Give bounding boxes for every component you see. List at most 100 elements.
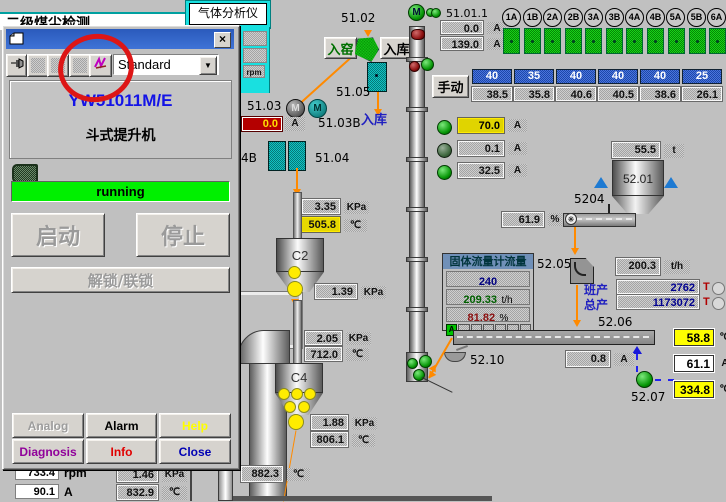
ind-52-07[interactable] — [636, 371, 653, 388]
silo-6a[interactable]: 6A — [707, 8, 726, 27]
silo-4a[interactable]: 4A — [625, 8, 644, 27]
close-window-button[interactable]: Close — [159, 439, 231, 464]
acknowledge-pen-button[interactable] — [89, 54, 112, 77]
manual-button[interactable]: 手动 — [432, 75, 469, 98]
silo-gate-6a[interactable] — [709, 28, 726, 54]
toolbar-button-2[interactable] — [47, 54, 69, 77]
gas-analyzer-label: 气体分析仪 — [189, 3, 267, 25]
elev-ind-51011 — [431, 8, 441, 18]
silo-gate-4b[interactable] — [647, 28, 664, 54]
screw-stem — [608, 204, 610, 213]
alarm-button[interactable]: Alarm — [86, 413, 157, 438]
help-button[interactable]: Help — [159, 413, 231, 438]
diagnosis-button[interactable]: Diagnosis — [12, 439, 84, 464]
boot-ind-3 — [413, 369, 425, 381]
motor-ind-1[interactable] — [437, 120, 452, 135]
sp-4[interactable]: 40 — [598, 69, 638, 84]
elevator-motor-icon[interactable]: M — [408, 4, 425, 21]
pin-icon — [10, 56, 24, 75]
cyclone-c4-label: C4 — [275, 370, 323, 385]
sp-2[interactable]: 35 — [514, 69, 554, 84]
unit-t: t — [664, 144, 684, 158]
silo-2a[interactable]: 2A — [543, 8, 562, 27]
elev-flange-6 — [406, 307, 428, 312]
boot-ind-2 — [419, 355, 432, 368]
silo-1a[interactable]: 1A — [502, 8, 521, 27]
silo-5b[interactable]: 5B — [687, 8, 706, 27]
titlebar[interactable]: × — [6, 29, 234, 49]
silo-gate-1b[interactable] — [524, 28, 541, 54]
c2-feed-pipe — [293, 192, 302, 240]
toolbar-button-1[interactable] — [27, 54, 49, 77]
unit-right-3: ℃ — [718, 383, 726, 397]
flow-meter-pct-unit: % — [500, 313, 509, 324]
motor-ind-3[interactable] — [437, 165, 452, 180]
flow-meter-rate-unit: t/h — [501, 295, 512, 306]
silo-gate-5a[interactable] — [668, 28, 685, 54]
interlock-button[interactable]: 解锁/联锁 — [11, 267, 230, 293]
flow-line-5205 — [576, 285, 578, 322]
level-probe-left — [594, 177, 608, 188]
close-button[interactable]: × — [214, 32, 231, 48]
combo-dropdown-button[interactable]: ▼ — [199, 56, 217, 75]
silo-gate-3b[interactable] — [606, 28, 623, 54]
value-bottom-temp: 832.9 — [117, 485, 158, 500]
start-button[interactable]: 启动 — [11, 213, 105, 257]
probe-column — [218, 468, 233, 501]
silo-3b[interactable]: 3B — [605, 8, 624, 27]
elev-ind-green — [421, 58, 434, 71]
view-combo[interactable]: Standard ▼ — [113, 54, 219, 75]
boot-chute-line — [422, 377, 453, 393]
gate-51-04a-icon[interactable] — [268, 141, 286, 171]
hopper-52-01-cone — [612, 196, 664, 214]
level-probe-right — [664, 177, 678, 188]
silo-2b[interactable]: 2B — [564, 8, 583, 27]
sp-5[interactable]: 40 — [640, 69, 680, 84]
silo-gate-3a[interactable] — [585, 28, 602, 54]
level-dash-line — [636, 354, 638, 372]
stop-button[interactable]: 停止 — [136, 213, 230, 257]
flow-meter-row-rate: 209.33 t/h — [446, 289, 530, 305]
unit-c-c4b: ℃ — [352, 434, 375, 447]
label-51-04: 51.04 — [315, 152, 349, 165]
value-c2-outlet: 1.39 — [315, 284, 357, 299]
motor-51-03-icon[interactable]: M — [286, 99, 305, 118]
pv-6: 26.1 — [682, 87, 722, 101]
unit-right-1: ℃ — [718, 331, 726, 345]
sp-6[interactable]: 25 — [682, 69, 722, 84]
bottom-dark-band — [230, 496, 492, 501]
value-c2-temp: 505.8 — [300, 217, 340, 232]
value-c4-pressure1: 2.05 — [305, 331, 342, 345]
silo-5a[interactable]: 5A — [666, 8, 685, 27]
splitter-52-10-icon[interactable] — [444, 352, 466, 362]
pv-5: 38.6 — [640, 87, 680, 101]
sp-1[interactable]: 40 — [472, 69, 512, 84]
analog-button[interactable]: Analog — [12, 413, 84, 438]
pv-3: 40.6 — [556, 87, 596, 101]
pen-icon — [93, 56, 109, 75]
screw-valve-icon[interactable]: ✳ — [565, 213, 577, 225]
shift-reset-button[interactable] — [712, 282, 725, 295]
gate-51-04b-icon[interactable] — [288, 141, 306, 171]
sp-3[interactable]: 40 — [556, 69, 596, 84]
unit-a-5103: A — [285, 117, 305, 131]
flow-meter-setpoint: 240 — [479, 276, 497, 288]
silo-gate-5b[interactable] — [689, 28, 706, 54]
silo-4b[interactable]: 4B — [646, 8, 665, 27]
silo-gate-2b[interactable] — [565, 28, 582, 54]
silo-3a[interactable]: 3A — [584, 8, 603, 27]
motor-ind-2[interactable] — [437, 143, 452, 158]
silo-gate-4a[interactable] — [626, 28, 643, 54]
silo-1b[interactable]: 1B — [523, 8, 542, 27]
silo-gate-1a[interactable] — [503, 28, 520, 54]
total-production-value: 1173072 — [617, 295, 699, 309]
total-reset-button[interactable] — [712, 297, 725, 310]
toolbar-button-3[interactable] — [69, 54, 91, 77]
silo-gate-2a[interactable] — [544, 28, 561, 54]
info-button[interactable]: Info — [86, 439, 157, 464]
pin-button[interactable] — [6, 54, 27, 77]
value-c2-pressure: 3.35 — [302, 199, 340, 214]
flow-arrow-5205 — [573, 320, 581, 327]
gate-51-05-dot — [375, 74, 378, 77]
document-icon — [9, 32, 24, 50]
